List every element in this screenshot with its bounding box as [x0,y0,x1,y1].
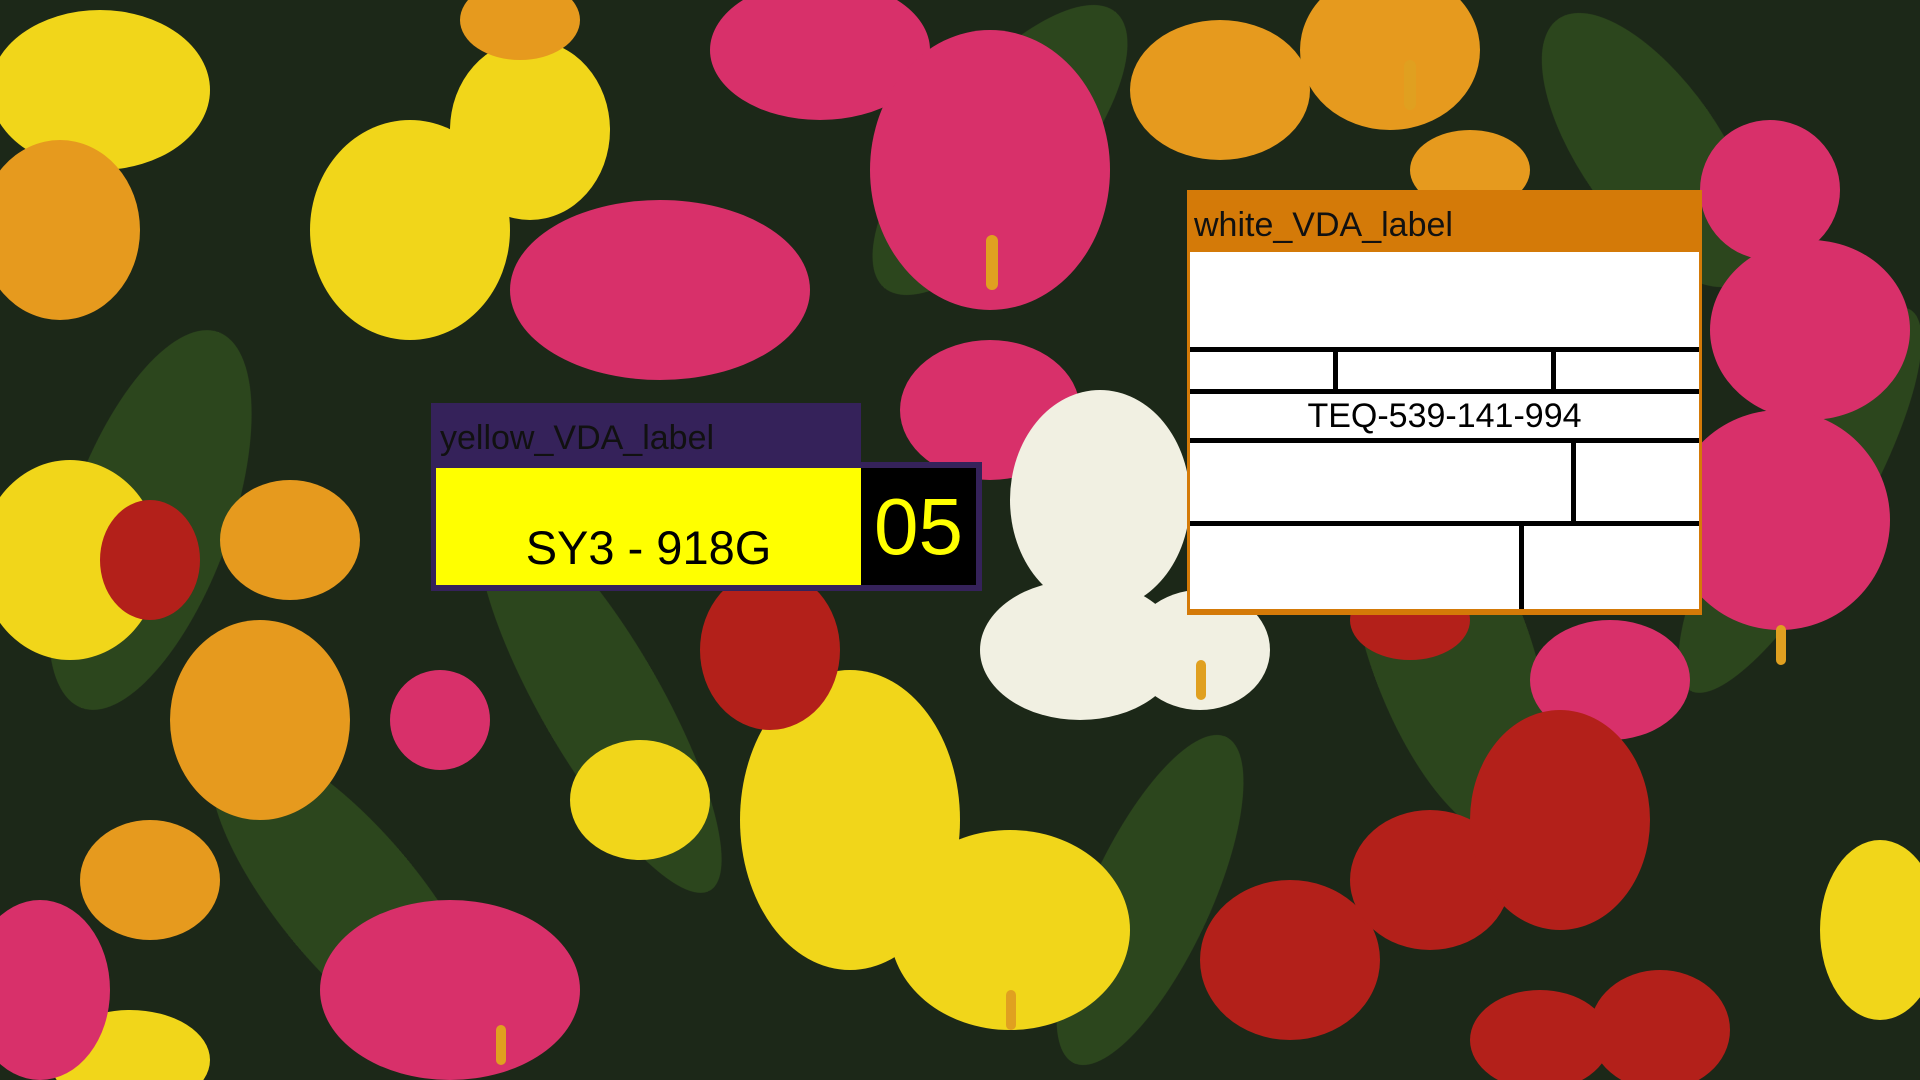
grid-line [1190,438,1699,443]
grid-line [1333,352,1338,389]
yellow-label-body: SY3 - 918G 05 [431,462,982,591]
grid-line [1519,526,1524,609]
grid-line [1190,389,1699,394]
grid-line [1551,352,1556,389]
yellow-label-title: yellow_VDA_label [431,403,861,462]
part-code-text: SY3 - 918G [525,521,772,574]
grid-line [1190,521,1699,526]
yellow-vda-label[interactable]: yellow_VDA_label SY3 - 918G 05 [431,403,982,591]
white-label-body: TEQ-539-141-994 [1187,250,1702,615]
white-label-id: TEQ-539-141-994 [1307,397,1582,435]
grid-line [1190,347,1699,352]
white-label-field-grid: TEQ-539-141-994 [1190,252,1699,609]
number-text: 05 [874,481,963,571]
yellow-label-part-code: SY3 - 918G [436,468,861,585]
yellow-label-number: 05 [861,468,976,585]
white-label-title: white_VDA_label [1187,190,1702,250]
white-vda-label[interactable]: white_VDA_label TEQ-539-141-994 [1187,190,1702,615]
grid-line [1571,443,1576,521]
